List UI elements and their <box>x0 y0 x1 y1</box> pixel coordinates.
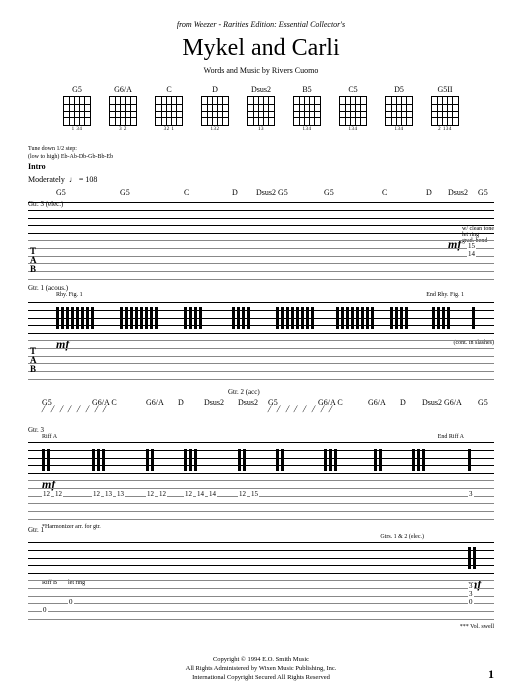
chord-diagram: D5134 <box>381 85 417 132</box>
rhy-fig-label: Rhy. Fig. 1 <box>56 292 83 298</box>
chord-diagram: G51 34 <box>59 85 95 132</box>
gtr2-label: Gtr. 2 (acc) <box>228 388 260 396</box>
song-title: Mykel and Carli <box>28 35 494 62</box>
staff-gtr1: mf <box>28 302 494 334</box>
staff-gtr1-2: mf <box>28 542 494 574</box>
chord-diagrams: G51 34 G6/A3 2 C32 1 D132 Dsus213 B5134 … <box>28 85 494 132</box>
chord-row: G5 G5 C D Dsus2 G5 G5 C D Dsus2 G5 <box>28 188 494 200</box>
tab-gtr1-2: 0 0 3 3 0 <box>28 580 494 620</box>
chord-diagram: B5134 <box>289 85 325 132</box>
tempo-text: Moderately <box>28 175 65 184</box>
chord-diagram: C5134 <box>335 85 371 132</box>
chord-diagram: C32 1 <box>151 85 187 132</box>
end-rhy-label: End Rhy. Fig. 1 <box>426 292 464 298</box>
chord-diagram: Dsus213 <box>243 85 279 132</box>
chord-diagram: G5II2 134 <box>427 85 463 132</box>
tempo-bpm: ♩ = 108 <box>69 175 98 184</box>
tab-letters-icon: TAB <box>30 247 37 274</box>
tuning-notes: (low to high) Eb-Ab-Db-Gb-Bb-Eb <box>28 154 494 160</box>
section-label: Intro <box>28 162 46 171</box>
tab-gtr3-2: 12 12 12 13 13 12 12 12 14 14 12 15 3 <box>28 480 494 520</box>
copyright-line-1: Copyright © 1994 E.O. Smith Music <box>0 655 522 664</box>
system-2: Gtr. 2 (acc) G5 G6/A C G6/A D Dsus2 Dsus… <box>28 398 494 620</box>
header: from Weezer - Rarities Edition: Essentia… <box>28 20 494 75</box>
tempo-row: Intro <box>28 162 494 171</box>
tab-letters-icon: TAB <box>30 347 37 374</box>
vol-swell-note: *** Vol. swell <box>460 624 494 630</box>
staff-gtr3-2: mf <box>28 442 494 474</box>
system-1: G5 G5 C D Dsus2 G5 G5 C D Dsus2 G5 Gtr. … <box>28 188 494 380</box>
copyright-footer: Copyright © 1994 E.O. Smith Music All Ri… <box>0 655 522 682</box>
copyright-line-2: All Rights Administered by Wixen Music P… <box>0 664 522 673</box>
chord-diagram: G6/A3 2 <box>105 85 141 132</box>
gtr1-label: Gtr. 1 (acous.) <box>28 284 494 292</box>
chord-diagram: D132 <box>197 85 233 132</box>
end-riff-label: End Riff A <box>438 434 464 440</box>
tempo: Moderately ♩ = 108 <box>28 175 494 184</box>
gtr3-label-2: Gtr. 3 <box>28 426 494 434</box>
tab-gtr1: TAB <box>28 340 494 380</box>
source-line: from Weezer - Rarities Edition: Essentia… <box>28 20 494 29</box>
tab-gtr3: TAB 15 14 <box>28 240 494 280</box>
rhythm-slashes: //////// //////// <box>28 412 494 426</box>
byline: Words and Music by Rivers Cuomo <box>28 66 494 75</box>
tuning-label: Tune down 1/2 step: <box>28 146 494 152</box>
page-number: 1 <box>488 667 494 682</box>
staff-gtr3: mf <box>28 202 494 234</box>
copyright-line-3: International Copyright Secured All Righ… <box>0 673 522 682</box>
gtr1-label-2: Gtr. 1 <box>28 526 494 534</box>
gtrs12-label: Gtrs. 1 & 2 (elec.) <box>380 534 424 540</box>
riffA-label: Riff A <box>42 434 57 440</box>
